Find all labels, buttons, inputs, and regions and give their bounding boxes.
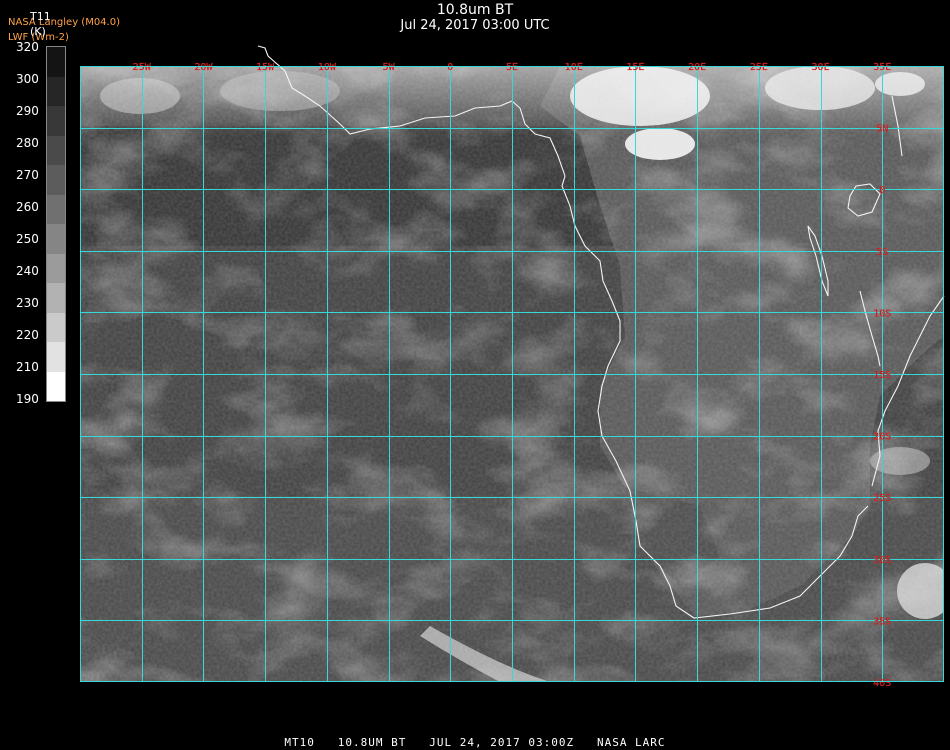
latitude-label: 5S (876, 247, 888, 258)
latitude-label: 35S (873, 616, 891, 627)
longitude-label: 5W (383, 62, 396, 73)
satellite-map: 25W 20W 15W 10W 5W 0 5E 10E 15E 20E 25E 30E 35E 5N 0 5… (80, 45, 945, 689)
colorbar-segment (47, 312, 65, 342)
colorbar-segment (47, 135, 65, 165)
colorbar-tick-label: 240 (16, 264, 39, 278)
latitude-label: 25S (873, 493, 891, 504)
longitude-label: 10E (565, 62, 583, 73)
latitude-label: 0 (879, 185, 885, 196)
longitude-label: 20W (194, 62, 213, 73)
colorbar-tick-label: 190 (16, 392, 39, 406)
colorbar (46, 46, 66, 402)
colorbar-segment (47, 371, 65, 401)
colorbar-segment (47, 342, 65, 372)
colorbar-tick-label: 280 (16, 136, 39, 150)
longitude-label: 15W (256, 62, 275, 73)
longitude-label: 20E (688, 62, 706, 73)
colorbar-tick-label: 300 (16, 72, 39, 86)
colorbar-segment (47, 106, 65, 136)
map-title: 10.8um BT (436, 2, 514, 18)
colorbar-segment (47, 283, 65, 313)
colorbar-tick-label: 320 (16, 40, 39, 54)
colorbar-tick-label: 220 (16, 328, 39, 342)
colorbar-tick-label: 250 (16, 232, 39, 246)
colorbar-unit-label: (K) (30, 25, 46, 38)
colorbar-tick-label: 230 (16, 296, 39, 310)
colorbar-tick-label: 270 (16, 168, 39, 182)
longitude-label: 15E (626, 62, 644, 73)
latitude-label: 5N (876, 124, 888, 135)
colorbar-segment (47, 253, 65, 283)
colorbar-tick-label: 210 (16, 360, 39, 374)
colorbar-segment (47, 224, 65, 254)
longitude-label: 5E (506, 62, 518, 73)
longitude-label: 25E (750, 62, 768, 73)
footer-caption: MT10 10.8UM BT JUL 24, 2017 03:00Z NASA … (284, 736, 666, 749)
colorbar-segment (47, 165, 65, 195)
longitude-label: 0 (447, 62, 453, 73)
colorbar-variable-label: T11 (30, 10, 51, 23)
longitude-label: 35E (873, 62, 891, 73)
colorbar-tick-label: 290 (16, 104, 39, 118)
latitude-label: 20S (873, 432, 891, 443)
colorbar-segment (47, 76, 65, 106)
latitude-label: 15S (873, 370, 891, 381)
latitude-label: 40S (873, 678, 891, 689)
credit-line-1: NASA Langley (M04.0) (8, 17, 120, 28)
longitude-label: 30E (812, 62, 830, 73)
map-timestamp: Jul 24, 2017 03:00 UTC (400, 18, 550, 33)
longitude-label: 25W (133, 62, 152, 73)
colorbar-segment (47, 194, 65, 224)
colorbar-segment (47, 47, 65, 77)
longitude-label: 10W (318, 62, 337, 73)
latitude-label: 30S (873, 555, 891, 566)
latitude-label: 10S (873, 308, 891, 319)
colorbar-tick-label: 260 (16, 200, 39, 214)
